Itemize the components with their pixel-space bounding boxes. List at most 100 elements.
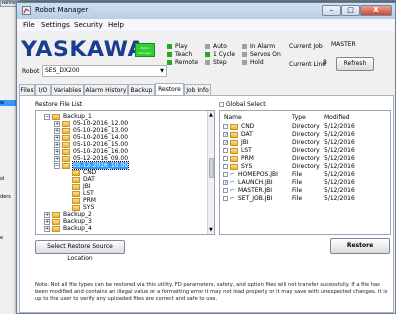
tab-io[interactable]: I/O — [35, 84, 51, 95]
file-modified: 5/12/2016 — [324, 131, 355, 138]
scroll-down-icon[interactable]: ▼ — [209, 227, 213, 233]
chevron-down-icon[interactable]: ▼ — [157, 65, 167, 77]
app-icon — [22, 6, 31, 15]
file-name: MASTER.JBI — [238, 187, 273, 194]
column-header-type[interactable]: Type — [292, 114, 306, 121]
file-type: File — [292, 179, 303, 186]
file-row[interactable]: ⌐ HOMEPOS.JBI — [223, 171, 278, 179]
folder-icon — [62, 148, 70, 155]
column-header-modified[interactable]: Modified — [324, 114, 350, 121]
tab-job-info[interactable]: Job Info — [184, 84, 211, 95]
file-checkbox[interactable] — [223, 124, 228, 129]
expand-icon[interactable]: + — [44, 211, 50, 218]
status-play-indicator — [167, 44, 172, 49]
file-row[interactable]: ✓ DAT — [223, 131, 253, 139]
tree-node-label: CND — [83, 169, 97, 176]
folder-icon — [52, 218, 60, 225]
file-checkbox[interactable] — [223, 196, 228, 201]
file-type: Directory — [292, 123, 320, 130]
file-name: LST — [241, 147, 252, 154]
folder-icon — [230, 163, 238, 170]
file-type: Directory — [292, 155, 320, 162]
file-checkbox[interactable]: ✓ — [223, 132, 228, 138]
expand-icon[interactable]: + — [54, 148, 60, 155]
file-checkbox[interactable] — [223, 156, 228, 161]
tree-node-label: 05-10-2016_13.00 — [73, 127, 129, 134]
file-type: Directory — [292, 163, 320, 170]
menu-settings[interactable]: Settings — [41, 21, 70, 30]
file-name: SET_JOB.JBI — [238, 195, 273, 202]
select-restore-source-button[interactable]: Select Restore Source Location — [35, 240, 125, 262]
expand-icon[interactable]: + — [54, 120, 60, 127]
maximize-button[interactable]: □ — [341, 5, 360, 16]
menu-help[interactable]: Help — [108, 21, 124, 30]
file-checkbox[interactable] — [223, 164, 228, 169]
file-checkbox[interactable] — [223, 188, 228, 193]
tab-files[interactable]: Files — [19, 84, 35, 95]
file-row[interactable]: ⌐ MASTER.JBI — [223, 187, 272, 195]
restore-file-list[interactable]: Name Type Modified CND Directory 5/12/2016… — [219, 110, 391, 235]
background-item — [0, 20, 20, 27]
menu-security[interactable]: Security — [74, 21, 103, 30]
file-row[interactable]: CND — [223, 123, 254, 131]
file-row[interactable]: ✓ ⌐ LAUNCH.JBI — [223, 179, 273, 187]
file-name: HOMEPOS.JBI — [238, 171, 278, 178]
close-button[interactable]: X — [360, 5, 392, 16]
file-checkbox[interactable]: ✓ — [223, 180, 228, 186]
file-row[interactable]: SYS — [223, 163, 252, 171]
refresh-button[interactable]: Refresh — [336, 57, 374, 71]
file-row[interactable]: PRM — [223, 155, 254, 163]
tab-alarm-history[interactable]: Alarm History — [84, 84, 128, 95]
tree-node-label: 05-10-2016_14.00 — [73, 134, 129, 141]
file-row[interactable]: ⌐ SET_JOB.JBI — [223, 195, 272, 203]
job-file-icon: ⌐ — [230, 178, 236, 186]
tree-node-label: DAT — [83, 176, 95, 183]
expand-icon[interactable]: + — [54, 155, 60, 162]
restore-file-list-label: Restore File List — [35, 101, 83, 108]
expand-icon[interactable]: + — [54, 134, 60, 141]
folder-icon — [62, 127, 70, 134]
file-modified: 5/12/2016 — [324, 139, 355, 146]
expand-icon[interactable]: + — [54, 141, 60, 148]
expand-icon[interactable]: + — [44, 218, 50, 225]
file-row[interactable]: ✓ JBI — [223, 139, 249, 147]
tree-node-label: Backup_1 — [63, 113, 92, 120]
tree-scrollbar-thumb[interactable] — [209, 158, 214, 178]
file-checkbox[interactable] — [223, 148, 228, 153]
global-select-checkbox[interactable] — [219, 102, 224, 107]
restore-tree[interactable]: − Backup_1 +05-10-2016_12.00 +05-10-2016_13… — [35, 110, 215, 235]
tree-node-label: 05-10-2016_16.00 — [73, 148, 129, 155]
robot-select[interactable]: SES_DX200 — [42, 65, 167, 77]
collapse-icon[interactable]: − — [54, 162, 60, 169]
minimize-button[interactable]: – — [322, 5, 341, 16]
background-item: e — [0, 235, 4, 241]
tab-restore[interactable]: Restore — [155, 83, 184, 95]
collapse-icon[interactable]: − — [44, 113, 50, 120]
expand-icon[interactable]: + — [54, 127, 60, 134]
file-checkbox[interactable] — [223, 172, 228, 177]
expand-icon[interactable]: + — [44, 225, 50, 232]
scroll-up-icon[interactable]: ▲ — [209, 112, 213, 118]
menu-file[interactable]: File — [23, 21, 35, 30]
column-header-name[interactable]: Name — [224, 114, 242, 121]
tree-scrollbar[interactable]: ▲ ▼ — [207, 111, 214, 234]
folder-icon — [72, 190, 80, 197]
file-name: CND — [241, 123, 255, 130]
tab-backup[interactable]: Backup — [128, 84, 155, 95]
file-modified: 5/12/2016 — [324, 187, 355, 194]
file-row[interactable]: LST — [223, 147, 252, 155]
status-in-alarm-indicator — [242, 44, 247, 49]
folder-icon — [230, 139, 238, 146]
file-modified: 5/12/2016 — [324, 123, 355, 130]
file-type: File — [292, 171, 303, 178]
tab-variables[interactable]: Variables — [51, 84, 84, 95]
global-select[interactable]: Global Select — [219, 101, 266, 108]
tree-node[interactable]: + Backup_4 — [44, 225, 92, 233]
background-item: w — [0, 100, 5, 106]
file-modified: 5/12/2016 — [324, 163, 355, 170]
file-name: LAUNCH.JBI — [238, 179, 273, 186]
file-type: File — [292, 195, 303, 202]
file-checkbox[interactable]: ✓ — [223, 140, 228, 146]
folder-icon — [72, 169, 80, 176]
restore-button[interactable]: Restore — [330, 238, 390, 254]
